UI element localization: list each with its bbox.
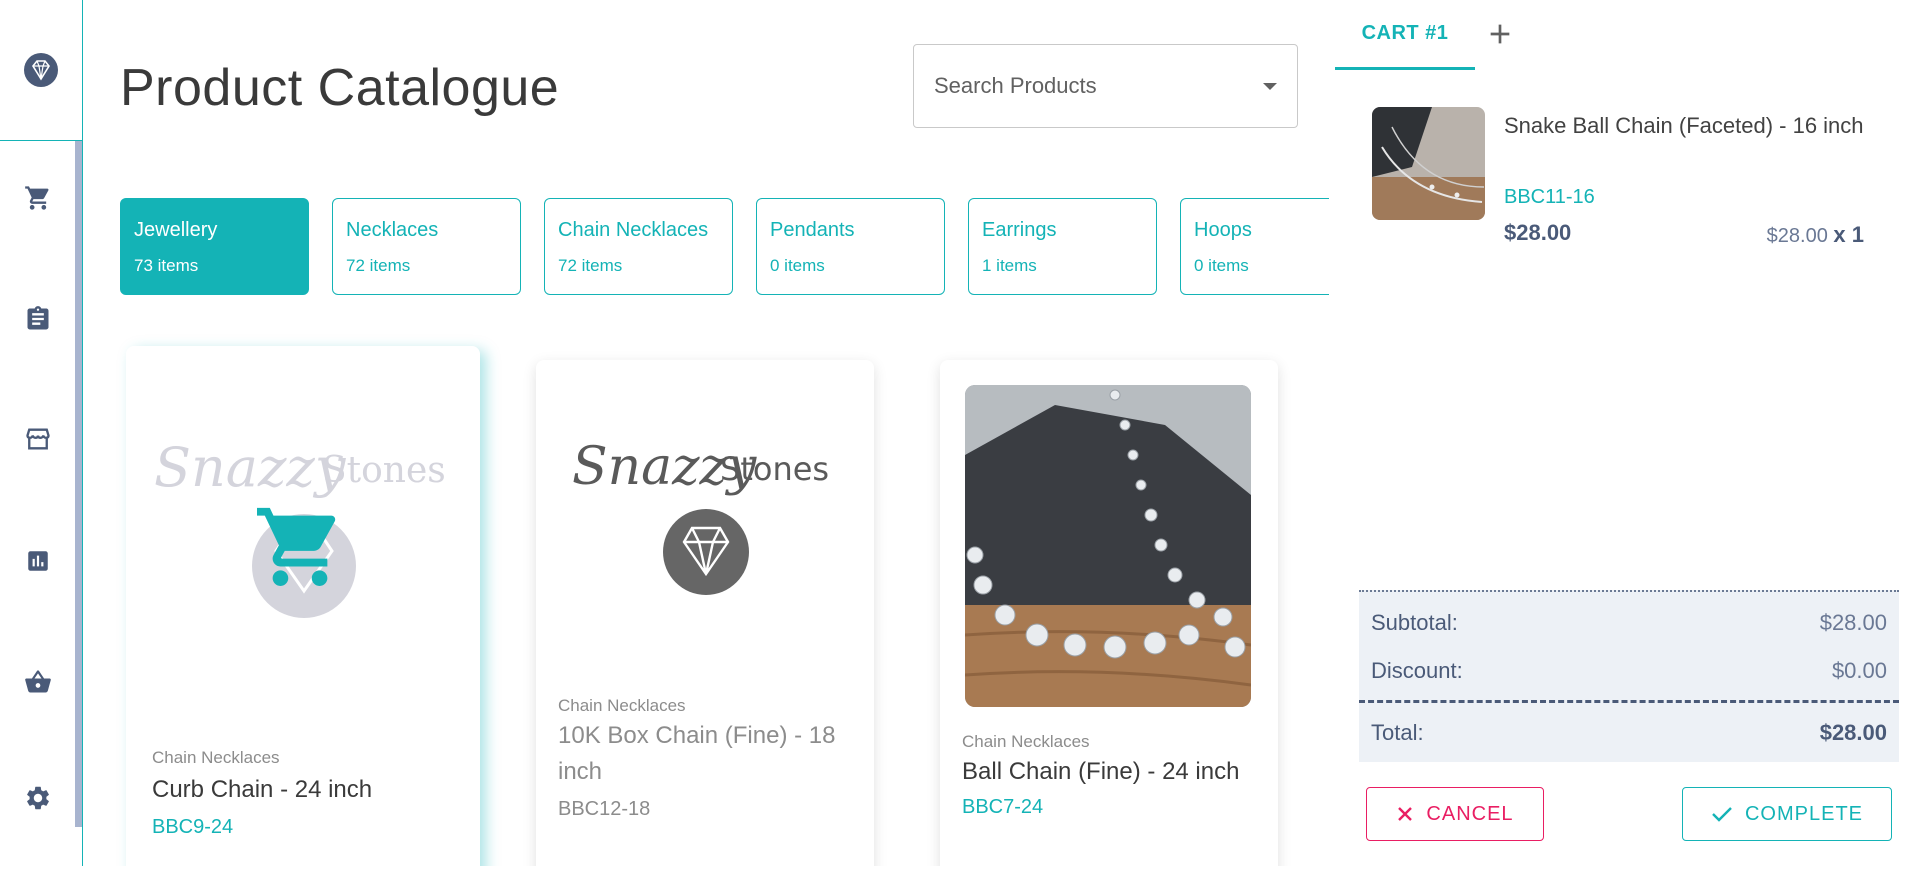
chevron-down-icon (1263, 82, 1277, 90)
sidebar-scroll-rail (75, 141, 82, 827)
plus-icon[interactable] (1484, 18, 1516, 50)
discount-row: Discount: $0.00 (1371, 658, 1887, 684)
close-icon (1398, 807, 1413, 821)
cart-item-name: Snake Ball Chain (Faceted) - 16 inch (1504, 113, 1864, 138)
category-name: Earrings (982, 219, 1057, 241)
page-title: Product Catalogue (120, 59, 560, 117)
total-value: $28.00 (1819, 720, 1887, 745)
subtotal-row: Subtotal: $28.00 (1371, 610, 1887, 636)
brand-word-2: Stones (322, 450, 446, 491)
diamond-logo-icon (24, 53, 58, 87)
category-count: 0 items (1194, 256, 1249, 275)
product-card[interactable]: Snazzy Stones Chain Necklaces 10K Box Ch… (536, 360, 874, 866)
cart-item-qty: x 1 (1833, 222, 1864, 247)
product-category: Chain Necklaces (962, 732, 1090, 751)
category-name: Hoops (1194, 219, 1252, 241)
sidebar-item-orders[interactable] (22, 303, 54, 335)
category-count: 0 items (770, 256, 825, 275)
sidebar-item-cart[interactable] (22, 182, 54, 214)
catalogue-panel: Product Catalogue Search Products Jewell… (84, 0, 1329, 866)
product-card[interactable]: Snazzy Stones Chain Necklaces Curb Chain… (126, 346, 480, 866)
category-count: 1 items (982, 256, 1037, 275)
basket-icon (25, 670, 51, 693)
category-pendants[interactable]: Pendants 0 items (756, 198, 945, 295)
product-name: Curb Chain - 24 inch (152, 776, 373, 803)
category-chain-necklaces[interactable]: Chain Necklaces 72 items (544, 198, 733, 295)
cart-panel: CART #1 Snake Ball Chain (Faceted) - 16 … (1335, 0, 1914, 866)
sidebar-item-settings[interactable] (22, 782, 54, 814)
brand-logo-placeholder: Snazzy Stones (572, 437, 829, 595)
product-name: Ball Chain (Fine) - 24 inch (962, 758, 1240, 785)
category-name: Chain Necklaces (558, 219, 709, 241)
product-sku: BBC12-18 (558, 798, 651, 820)
brand-logo-placeholder: Snazzy Stones (154, 436, 446, 618)
sidebar-item-store[interactable] (22, 423, 54, 455)
bar-chart-icon (28, 551, 48, 571)
brand-word-1: Snazzy (154, 436, 347, 499)
category-count: 73 items (134, 256, 199, 275)
cart-item-sku: BBC11-16 (1504, 186, 1595, 208)
search-products-select[interactable]: Search Products (913, 44, 1298, 128)
discount-label: Discount: (1371, 658, 1463, 683)
product-card[interactable]: Chain Necklaces Ball Chain (Fine) - 24 i… (940, 360, 1278, 866)
discount-value: $0.00 (1831, 658, 1887, 683)
cancel-label: CANCEL (1426, 802, 1514, 825)
product-photo (965, 385, 1251, 707)
sidebar-item-basket[interactable] (22, 666, 54, 698)
cart-item-unit-qty[interactable]: $28.00 x 1 (1767, 222, 1864, 248)
complete-label: COMPLETE (1744, 802, 1864, 825)
complete-button[interactable]: COMPLETE (1682, 787, 1892, 841)
product-sku: BBC7-24 (962, 796, 1044, 818)
product-category: Chain Necklaces (558, 696, 686, 715)
cart-item-price: $28.00 (1504, 220, 1572, 245)
category-name: Jewellery (134, 219, 218, 241)
category-name: Pendants (770, 219, 855, 241)
check-icon (1712, 807, 1732, 822)
category-name: Necklaces (346, 219, 439, 241)
product-name: 10K Box Chain (Fine) - 18 inch (558, 722, 836, 785)
subtotal-value: $28.00 (1819, 610, 1887, 635)
subtotal-label: Subtotal: (1371, 610, 1458, 635)
category-count: 72 items (558, 256, 623, 275)
clipboard-icon (27, 306, 49, 330)
sidebar-item-reports[interactable] (22, 545, 54, 577)
cancel-button[interactable]: CANCEL (1366, 787, 1544, 841)
category-earrings[interactable]: Earrings 1 items (968, 198, 1157, 295)
total-row: Total: $28.00 (1371, 720, 1887, 746)
product-sku: BBC9-24 (152, 816, 234, 838)
category-necklaces[interactable]: Necklaces 72 items (332, 198, 521, 295)
cart-totals: Subtotal: $28.00 Discount: $0.00 Total: … (1359, 590, 1899, 762)
gear-icon (27, 786, 49, 810)
category-jewellery[interactable]: Jewellery 73 items (120, 198, 309, 295)
cart-item-thumbnail (1372, 107, 1485, 220)
sidebar (0, 0, 83, 866)
cart-icon (25, 186, 49, 210)
total-divider (1359, 700, 1899, 703)
add-to-cart-icon[interactable] (252, 500, 348, 586)
search-placeholder: Search Products (934, 73, 1097, 98)
category-hoops[interactable]: Hoops 0 items (1180, 198, 1329, 295)
category-count: 72 items (346, 256, 411, 275)
cart-item-unit-price: $28.00 (1766, 225, 1828, 247)
product-category: Chain Necklaces (152, 748, 280, 767)
total-label: Total: (1371, 720, 1424, 745)
brand-word-2: Stones (720, 450, 829, 488)
app-logo[interactable] (0, 0, 82, 141)
store-icon (26, 428, 50, 450)
tab-cart-1[interactable]: CART #1 (1335, 0, 1475, 70)
